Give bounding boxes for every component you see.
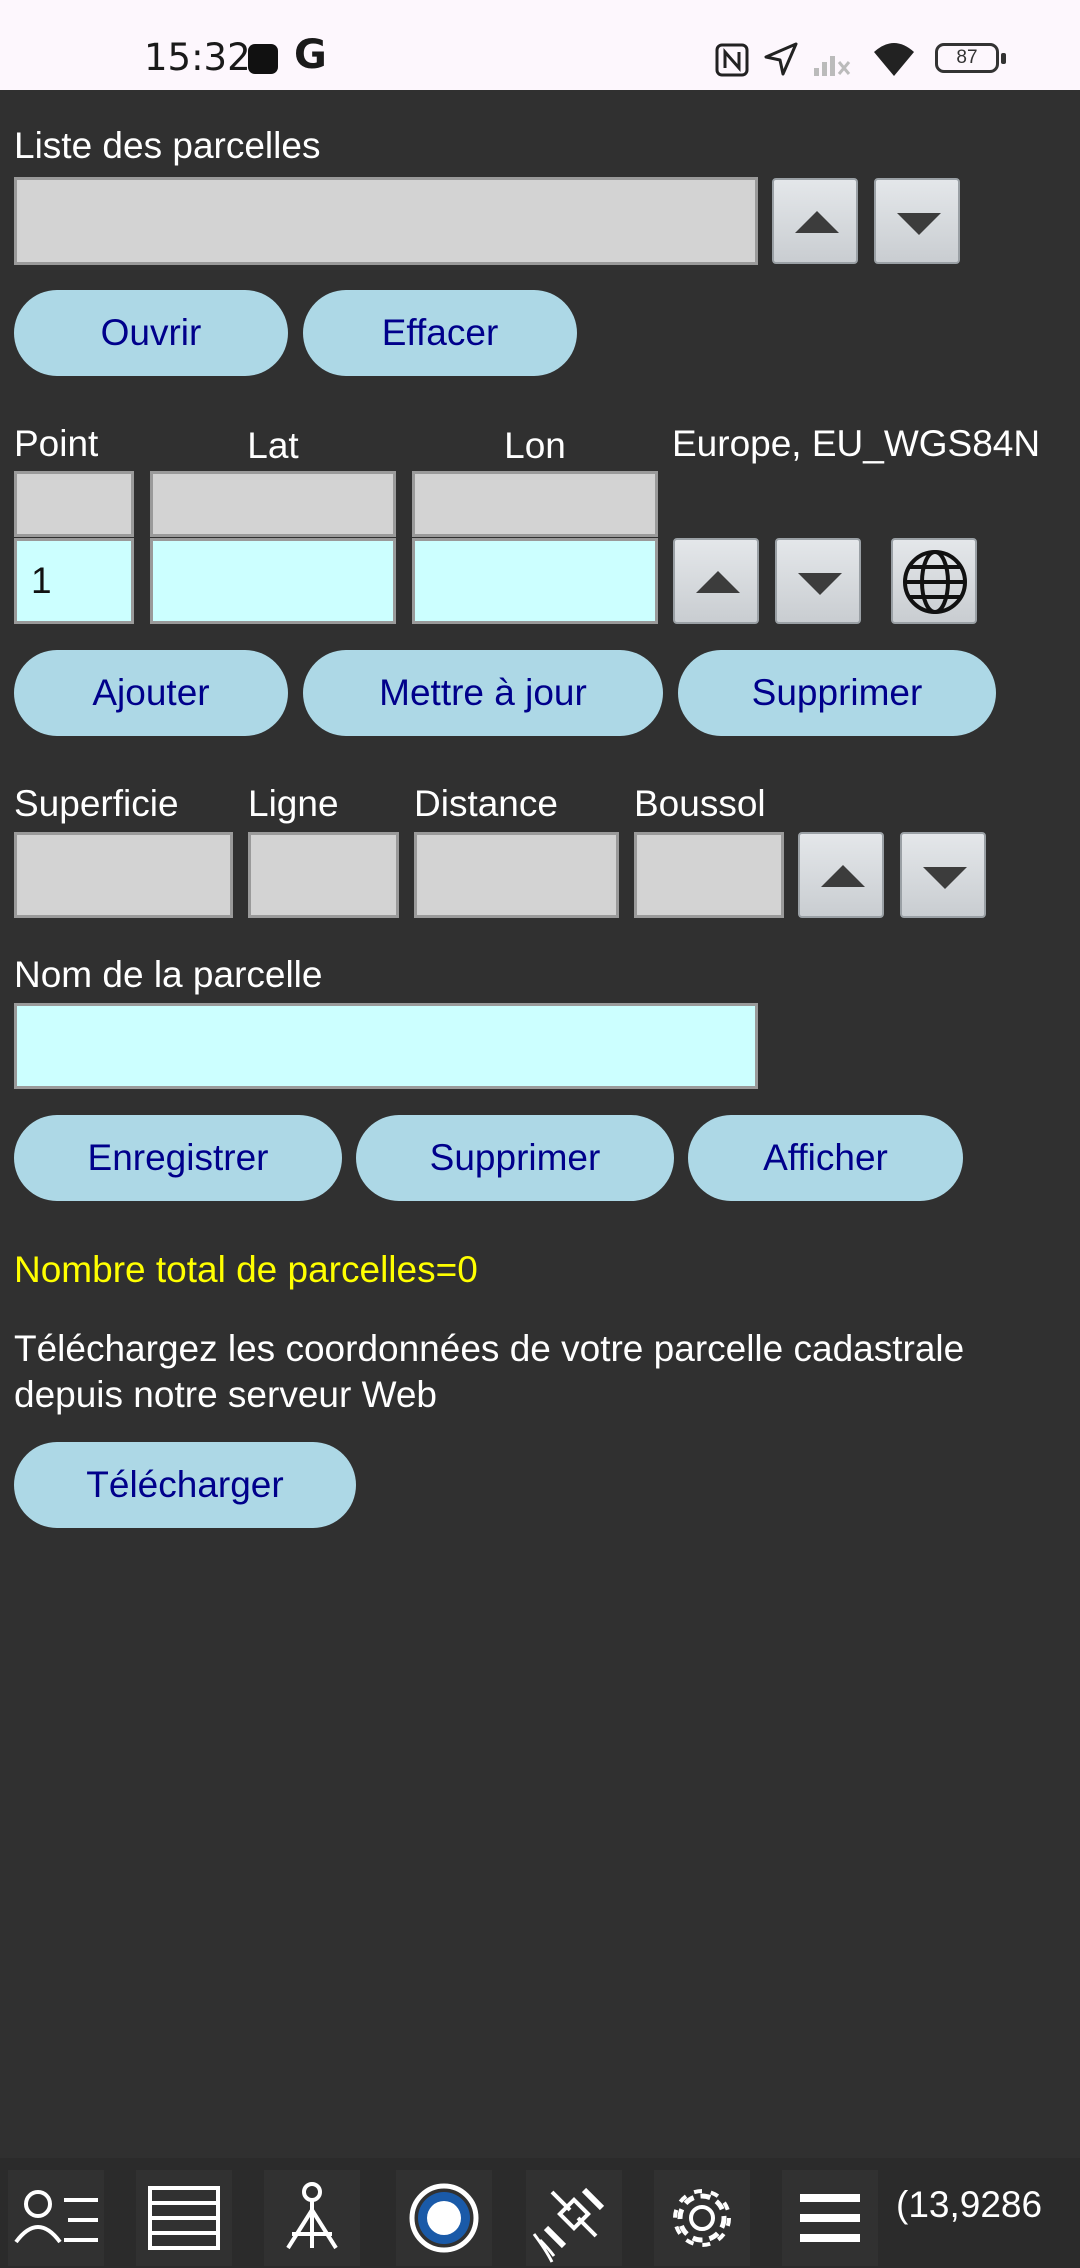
arrow-up-icon bbox=[696, 571, 740, 593]
parcel-list-label: Liste des parcelles bbox=[14, 125, 321, 166]
lat-header-field bbox=[150, 471, 396, 537]
layers-icon[interactable] bbox=[136, 2170, 232, 2266]
arrow-down-icon bbox=[798, 573, 842, 595]
parcel-up-button[interactable] bbox=[772, 178, 858, 264]
globe-icon bbox=[903, 550, 967, 614]
point-up-button[interactable] bbox=[673, 538, 759, 624]
point-number-input[interactable]: 1 bbox=[14, 538, 134, 624]
show-button[interactable]: Afficher bbox=[688, 1115, 963, 1201]
arrow-down-icon bbox=[897, 213, 941, 235]
lon-header: Lon bbox=[504, 425, 566, 466]
save-button[interactable]: Enregistrer bbox=[14, 1115, 342, 1201]
notification-app-icon bbox=[248, 44, 278, 74]
delete-parcel-button[interactable]: Supprimer bbox=[356, 1115, 674, 1201]
google-icon: G bbox=[294, 32, 327, 78]
arrow-down-icon bbox=[923, 867, 967, 889]
compass-field bbox=[634, 832, 784, 918]
survey-point-icon[interactable] bbox=[264, 2170, 360, 2266]
menu-icon[interactable] bbox=[782, 2170, 878, 2266]
arrow-up-icon bbox=[821, 865, 865, 887]
globe-button[interactable] bbox=[891, 538, 977, 624]
update-point-button[interactable]: Mettre à jour bbox=[303, 650, 663, 736]
lat-input[interactable] bbox=[150, 538, 396, 624]
lon-input[interactable] bbox=[412, 538, 658, 624]
status-bar: 15:32 G 87 bbox=[0, 0, 1080, 90]
gear-icon[interactable] bbox=[654, 2170, 750, 2266]
compass-label: Boussol bbox=[634, 783, 766, 824]
parcel-name-input[interactable] bbox=[14, 1003, 758, 1089]
total-parcels-text: Nombre total de parcelles=0 bbox=[14, 1249, 478, 1290]
lon-header-field bbox=[412, 471, 658, 537]
wifi-icon bbox=[874, 43, 914, 76]
download-button[interactable]: Télécharger bbox=[14, 1442, 356, 1528]
line-up-button[interactable] bbox=[798, 832, 884, 918]
parcel-name-label: Nom de la parcelle bbox=[14, 954, 323, 995]
area-label: Superficie bbox=[14, 783, 179, 824]
area-field bbox=[14, 832, 233, 918]
location-arrow-icon bbox=[764, 42, 798, 76]
battery-icon: 87 bbox=[935, 43, 1006, 73]
parcel-down-button[interactable] bbox=[874, 178, 960, 264]
satellite-icon[interactable] bbox=[526, 2170, 622, 2266]
point-down-button[interactable] bbox=[775, 538, 861, 624]
line-label: Ligne bbox=[248, 783, 339, 824]
point-header-field bbox=[14, 471, 134, 537]
point-header: Point bbox=[14, 423, 99, 464]
parcel-list-field[interactable] bbox=[14, 177, 758, 265]
distance-label: Distance bbox=[414, 783, 558, 824]
open-button[interactable]: Ouvrir bbox=[14, 290, 288, 376]
line-field bbox=[248, 832, 399, 918]
nfc-icon bbox=[715, 43, 749, 77]
datum-label: Europe, EU_WGS84N bbox=[672, 423, 1041, 464]
coordinate-readout: (13,9286 bbox=[896, 2184, 1043, 2225]
arrow-up-icon bbox=[795, 211, 839, 233]
line-down-button[interactable] bbox=[900, 832, 986, 918]
status-time: 15:32 bbox=[144, 36, 251, 79]
lat-header: Lat bbox=[247, 425, 299, 466]
cell-signal-icon bbox=[814, 56, 851, 76]
distance-field bbox=[414, 832, 619, 918]
clear-button[interactable]: Effacer bbox=[303, 290, 577, 376]
add-point-button[interactable]: Ajouter bbox=[14, 650, 288, 736]
delete-point-button[interactable]: Supprimer bbox=[678, 650, 996, 736]
download-description: Téléchargez les coordonnées de votre par… bbox=[14, 1328, 965, 1415]
record-icon[interactable] bbox=[396, 2170, 492, 2266]
user-list-icon[interactable] bbox=[8, 2170, 104, 2266]
